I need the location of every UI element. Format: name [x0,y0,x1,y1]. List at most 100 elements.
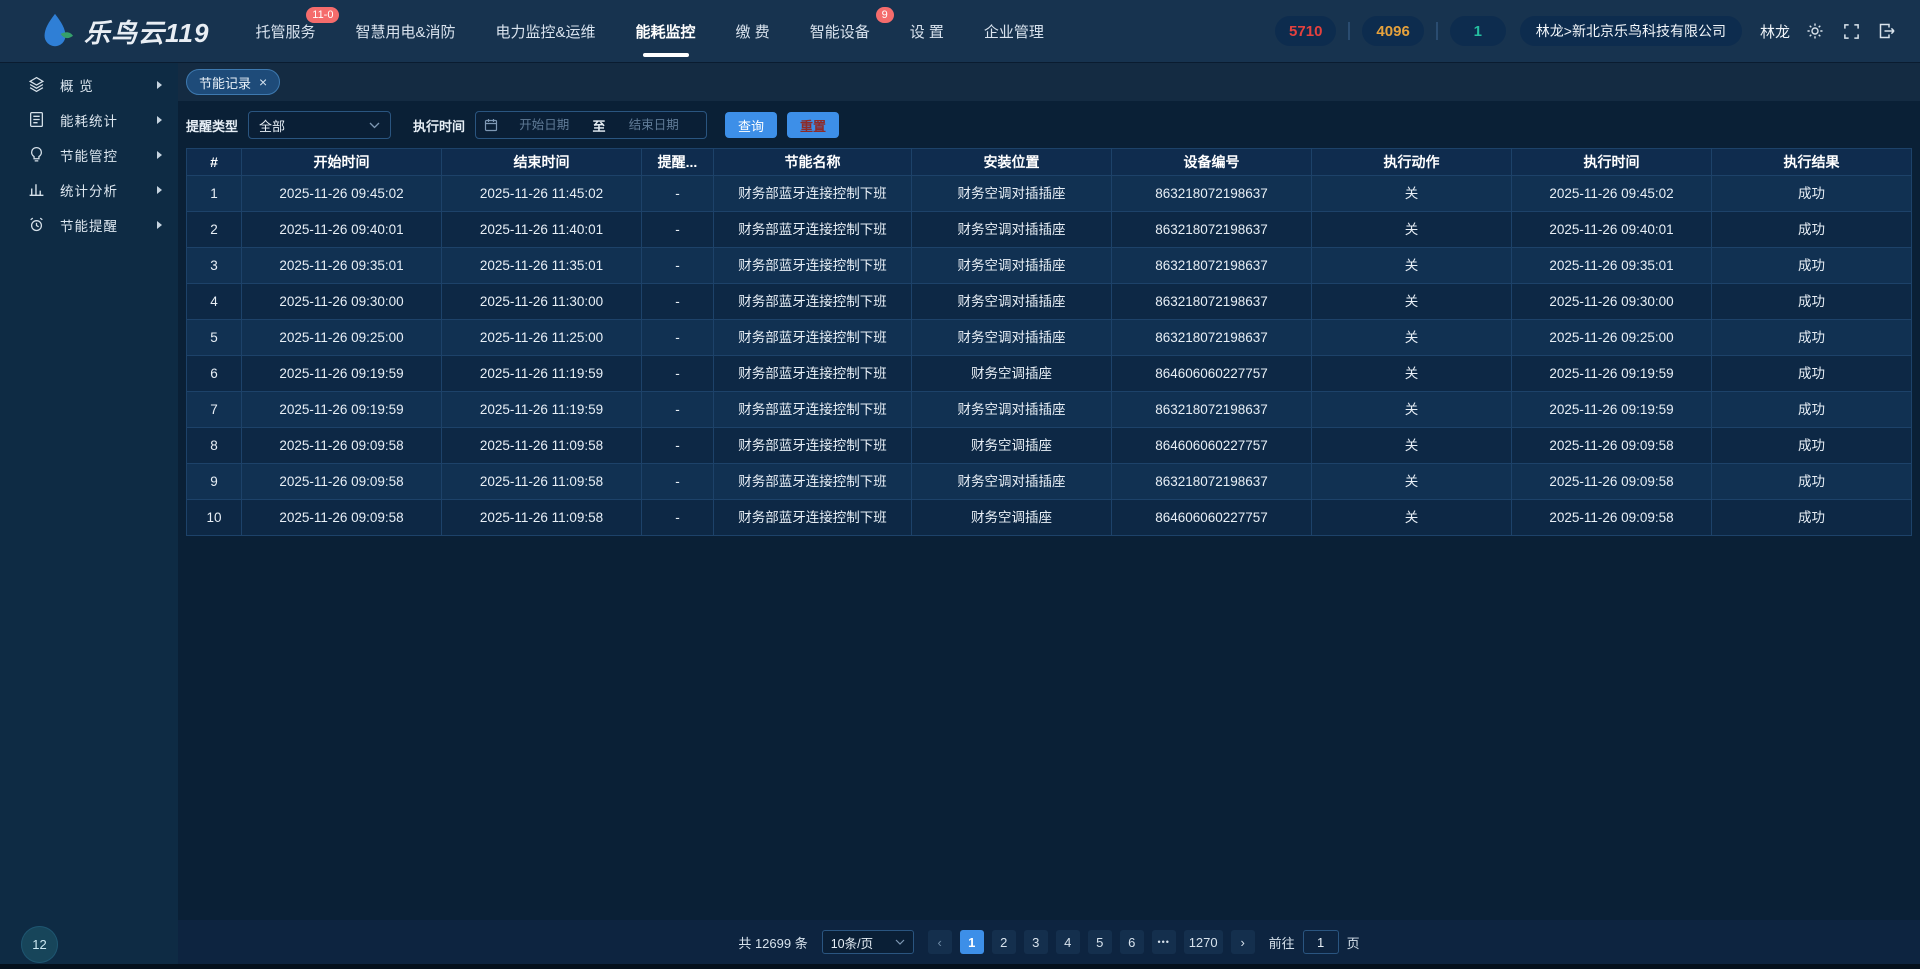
table-row[interactable]: 72025-11-26 09:19:592025-11-26 11:19:59-… [186,392,1912,428]
logout-icon[interactable] [1876,20,1898,42]
nav-item-企业管理[interactable]: 企业管理 [984,0,1044,63]
table-cell: - [642,428,714,463]
table-cell: 2025-11-26 11:25:00 [442,320,642,355]
sidebar-item-label: 概 览 [60,75,157,95]
column-header: 结束时间 [442,149,642,175]
nav-item-缴 费[interactable]: 缴 费 [736,0,770,63]
last-page-button[interactable]: 1270 [1184,930,1223,954]
brand[interactable]: 乐鸟云119 [36,11,209,51]
table-row[interactable]: 82025-11-26 09:09:582025-11-26 11:09:58-… [186,428,1912,464]
nav-item-label: 设 置 [910,21,944,42]
column-header: 执行时间 [1512,149,1712,175]
table-cell: 关 [1312,248,1512,283]
table-cell: 财务部蓝牙连接控制下班 [714,212,912,247]
table-row[interactable]: 42025-11-26 09:30:002025-11-26 11:30:00-… [186,284,1912,320]
total-count-label: 共 12699 条 [738,933,807,952]
more-pages-button[interactable]: ••• [1152,930,1176,954]
settings-gear-icon[interactable] [1804,20,1826,42]
table-cell: 6 [187,356,242,391]
table-cell: 财务空调对插插座 [912,212,1112,247]
sidebar-item-节能管控[interactable]: 节能管控 [0,137,178,172]
nav-item-能耗监控[interactable]: 能耗监控 [636,0,696,63]
nav-item-智慧用电&消防[interactable]: 智慧用电&消防 [355,0,455,63]
table-row[interactable]: 62025-11-26 09:19:592025-11-26 11:19:59-… [186,356,1912,392]
column-header: 设备编号 [1112,149,1312,175]
sidebar-item-节能提醒[interactable]: 节能提醒 [0,207,178,242]
stat-pill[interactable]: 5710 [1275,16,1336,46]
table-cell: 成功 [1712,248,1911,283]
sidebar-item-统计分析[interactable]: 统计分析 [0,172,178,207]
page-button-1[interactable]: 1 [960,930,984,954]
end-date-input[interactable] [610,118,699,132]
chart-icon [28,181,46,199]
table-cell: 2025-11-26 09:09:58 [1512,500,1712,535]
table-cell: 财务空调对插插座 [912,248,1112,283]
table-cell: - [642,464,714,499]
page-button-6[interactable]: 6 [1120,930,1144,954]
table-cell: 成功 [1712,212,1911,247]
table-row[interactable]: 52025-11-26 09:25:002025-11-26 11:25:00-… [186,320,1912,356]
table-cell: 2025-11-26 11:45:02 [442,176,642,211]
stat-pill[interactable]: 4096 [1362,16,1423,46]
stat-pill[interactable]: 1 [1450,16,1506,46]
table-cell: - [642,176,714,211]
page-number-buttons: 123456 [960,930,1144,954]
table-cell: 2025-11-26 09:45:02 [1512,176,1712,211]
nav-item-托管服务[interactable]: 托管服务11-0 [255,0,315,63]
logo-icon [36,11,74,51]
table-cell: 财务部蓝牙连接控制下班 [714,284,912,319]
table-cell: 财务空调对插插座 [912,176,1112,211]
notification-badge: 11-0 [306,7,339,23]
page-button-2[interactable]: 2 [992,930,1016,954]
table-header: #开始时间结束时间提醒...节能名称安装位置设备编号执行动作执行时间执行结果 [186,148,1912,176]
column-header: 安装位置 [912,149,1112,175]
tab-label: 节能记录 [199,73,251,92]
query-button[interactable]: 查询 [725,112,777,138]
reminder-type-select[interactable]: 全部 [248,111,391,139]
table-cell: 2025-11-26 09:09:58 [1512,464,1712,499]
table-cell: 2025-11-26 11:09:58 [442,464,642,499]
tab-energy-record[interactable]: 节能记录 × [186,69,280,95]
table-cell: 5 [187,320,242,355]
chevron-right-icon [157,81,162,89]
date-range-picker[interactable]: 至 [475,111,707,139]
table-row[interactable]: 102025-11-26 09:09:582025-11-26 11:09:58… [186,500,1912,536]
table-cell: - [642,212,714,247]
table-row[interactable]: 12025-11-26 09:45:022025-11-26 11:45:02-… [186,176,1912,212]
nav-item-智能设备[interactable]: 智能设备9 [810,0,870,63]
nav-item-电力监控&运维[interactable]: 电力监控&运维 [495,0,595,63]
notification-float-badge[interactable]: 12 [21,926,58,963]
table-cell: 2025-11-26 09:35:01 [242,248,442,283]
page-button-4[interactable]: 4 [1056,930,1080,954]
page-unit-label: 页 [1347,933,1360,952]
sidebar-item-能耗统计[interactable]: 能耗统计 [0,102,178,137]
chevron-right-icon [157,186,162,194]
page-size-select[interactable]: 10条/页 [822,930,914,954]
nav-item-设 置[interactable]: 设 置 [910,0,944,63]
table-cell: 863218072198637 [1112,284,1312,319]
records-table: #开始时间结束时间提醒...节能名称安装位置设备编号执行动作执行时间执行结果 1… [186,148,1912,536]
table-cell: 2025-11-26 09:25:00 [1512,320,1712,355]
goto-label: 前往 [1269,933,1295,952]
page-button-3[interactable]: 3 [1024,930,1048,954]
column-header: 节能名称 [714,149,912,175]
table-cell: - [642,500,714,535]
company-selector[interactable]: 林龙>新北京乐鸟科技有限公司 [1520,16,1742,46]
start-date-input[interactable] [500,118,589,132]
page-button-5[interactable]: 5 [1088,930,1112,954]
prev-page-button[interactable]: ‹ [928,930,952,954]
table-cell: 863218072198637 [1112,392,1312,427]
username: 林龙 [1760,21,1790,42]
table-row[interactable]: 22025-11-26 09:40:012025-11-26 11:40:01-… [186,212,1912,248]
table-cell: 关 [1312,500,1512,535]
table-row[interactable]: 92025-11-26 09:09:582025-11-26 11:09:58-… [186,464,1912,500]
next-page-button[interactable]: › [1231,930,1255,954]
fullscreen-icon[interactable] [1840,20,1862,42]
tab-close-icon[interactable]: × [259,75,267,89]
column-header: 提醒... [642,149,714,175]
alarm-icon [28,216,46,234]
table-row[interactable]: 32025-11-26 09:35:012025-11-26 11:35:01-… [186,248,1912,284]
reset-button[interactable]: 重置 [787,112,839,138]
sidebar-item-概 览[interactable]: 概 览 [0,67,178,102]
goto-page-input[interactable] [1303,930,1339,954]
